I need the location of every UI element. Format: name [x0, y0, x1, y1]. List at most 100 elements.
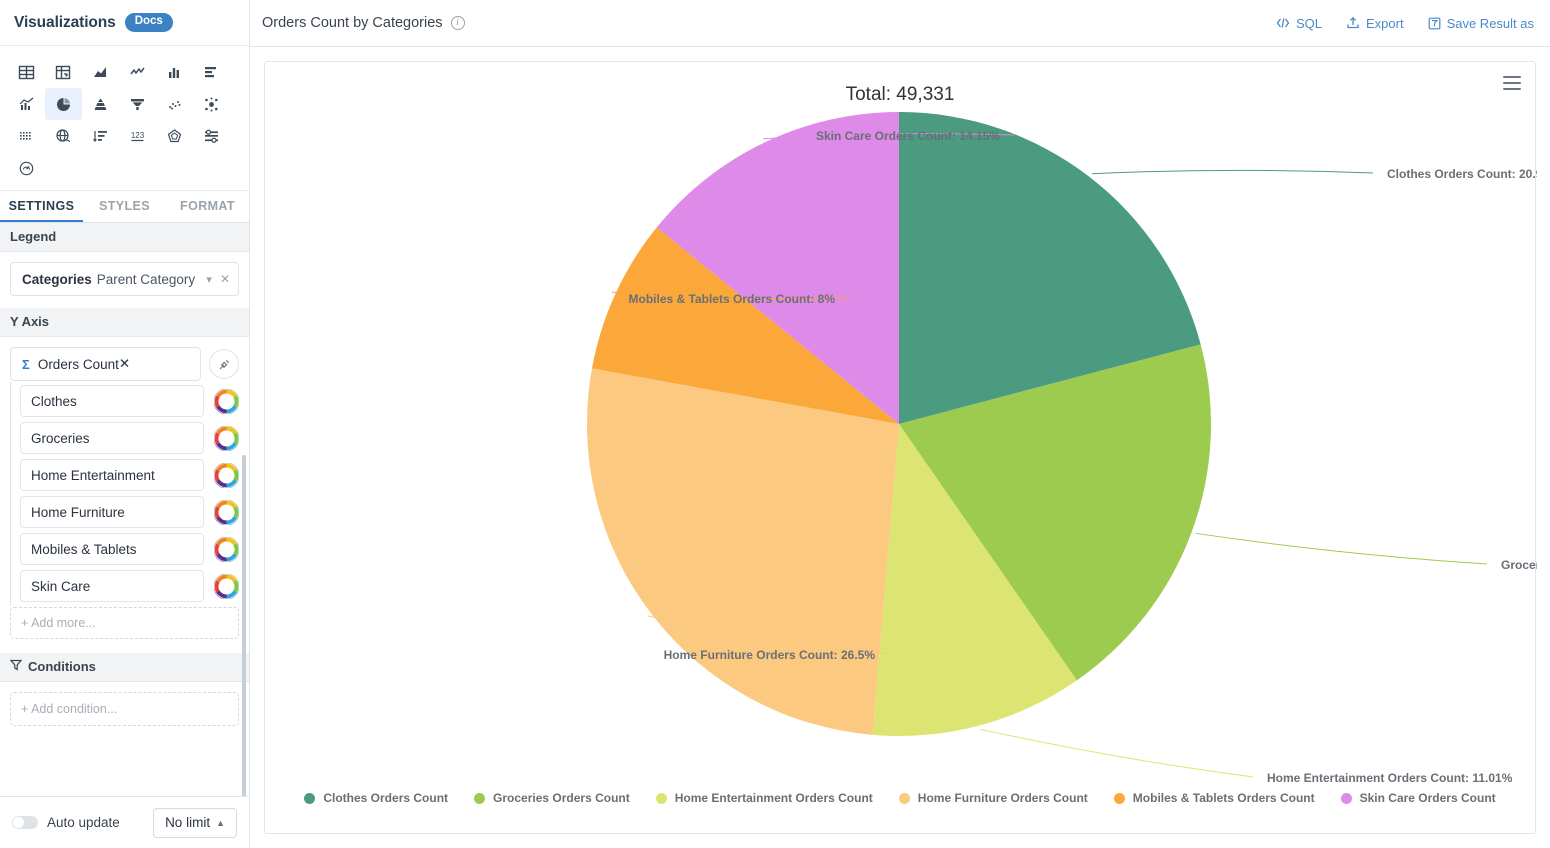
legend-label: Clothes Orders Count	[323, 791, 449, 805]
viz-type-funnel-chart[interactable]	[119, 88, 156, 120]
chevron-up-icon: ▲	[216, 817, 225, 828]
viz-type-pivot-table[interactable]	[45, 56, 82, 88]
viz-type-map-chart[interactable]	[45, 120, 82, 152]
viz-type-pie-chart[interactable]	[45, 88, 82, 120]
series-name-field[interactable]: Groceries	[20, 422, 204, 454]
legend-item-groceries[interactable]: Groceries Orders Count	[474, 791, 630, 805]
series-name-field[interactable]: Home Furniture	[20, 496, 204, 528]
sql-button[interactable]: SQL	[1276, 16, 1322, 31]
legend-item-skin-care[interactable]: Skin Care Orders Count	[1340, 791, 1496, 805]
legend-label: Groceries Orders Count	[493, 791, 630, 805]
save-result-as-button[interactable]: Save Result as	[1428, 16, 1534, 31]
viz-type-pyramid-chart[interactable]	[82, 88, 119, 120]
legend-heading-label: Legend	[10, 229, 57, 244]
series-label: Home Entertainment	[31, 467, 155, 483]
info-icon[interactable]: i	[450, 16, 465, 30]
series-name-field[interactable]: Clothes	[20, 385, 204, 417]
sidebar-scrollbar[interactable]	[242, 455, 246, 796]
legend-label: Home Entertainment Orders Count	[674, 791, 873, 805]
viz-type-bar-chart[interactable]	[156, 56, 193, 88]
viz-type-horizontal-bar-chart[interactable]	[193, 56, 230, 88]
tab-format[interactable]: FORMAT	[166, 191, 249, 222]
series-row: Home Entertainment	[10, 456, 239, 494]
legend-field-wrap: Categories Parent Category ▾ ✕	[0, 252, 249, 308]
chevron-down-icon[interactable]: ▾	[206, 273, 212, 286]
legend-color-dot	[304, 792, 316, 804]
add-condition-button[interactable]: + Add condition...	[10, 692, 239, 726]
conditions-section-heading: Conditions	[0, 653, 249, 682]
legend-field[interactable]: Categories Parent Category ▾ ✕	[10, 262, 239, 296]
color-picker-icon[interactable]	[214, 425, 239, 451]
series-name-field[interactable]: Mobiles & Tablets	[20, 533, 204, 565]
yaxis-measure-row: Σ Orders Count ✕	[0, 347, 249, 381]
viz-type-radar-chart[interactable]	[156, 120, 193, 152]
svg-text:123: 123	[131, 131, 145, 140]
color-picker-icon[interactable]	[214, 573, 239, 599]
viz-type-area-chart[interactable]	[82, 56, 119, 88]
pie-slice-label: Mobiles & Tablets Orders Count: 8%	[629, 292, 836, 306]
series-name-field[interactable]: Skin Care	[20, 570, 204, 602]
main-area: Orders Count by Categories i SQL Export	[250, 0, 1550, 848]
viz-type-scatter-chart[interactable]	[156, 88, 193, 120]
export-button[interactable]: Export	[1346, 16, 1404, 31]
page-title: Visualizations	[14, 13, 116, 31]
viz-type-table[interactable]	[8, 56, 45, 88]
viz-type-bubble-chart[interactable]	[193, 88, 230, 120]
yaxis-measure-field[interactable]: Σ Orders Count ✕	[10, 347, 201, 381]
viz-type-line-chart[interactable]	[119, 56, 156, 88]
sidebar-header: Visualizations Docs	[0, 0, 249, 46]
pie-slice[interactable]	[587, 368, 899, 735]
row-limit-dropdown[interactable]: No limit ▲	[153, 807, 237, 838]
legend-label: Mobiles & Tablets Orders Count	[1132, 791, 1315, 805]
legend-item-home-entertainment[interactable]: Home Entertainment Orders Count	[655, 791, 873, 805]
color-picker-icon[interactable]	[214, 388, 239, 414]
tab-styles[interactable]: STYLES	[83, 191, 166, 222]
legend-color-dot	[474, 792, 486, 804]
legend-label: Home Furniture Orders Count	[917, 791, 1088, 805]
conditions-heading-label: Conditions	[28, 659, 96, 674]
export-label: Export	[1365, 15, 1404, 31]
pie-slice-label: Skin Care Orders Count: 14.15%	[816, 129, 1000, 143]
settings-panel: Legend Categories Parent Category ▾ ✕ Y …	[0, 223, 249, 796]
visualization-type-grid: 123	[0, 46, 249, 191]
viz-type-heatmap[interactable]	[8, 120, 45, 152]
close-icon[interactable]: ✕	[119, 356, 130, 372]
pie-chart: Clothes Orders Count: 20.9% Groceries Ord…	[587, 112, 1537, 785]
legend-item-mobiles-tablets[interactable]: Mobiles & Tablets Orders Count	[1113, 791, 1315, 805]
series-row: Clothes	[10, 382, 239, 420]
series-label: Mobiles & Tablets	[31, 541, 137, 557]
add-more-series-button[interactable]: + Add more...	[10, 607, 239, 639]
series-row: Skin Care	[10, 567, 239, 605]
pie-leader-line	[1195, 532, 1488, 565]
save-icon	[1428, 17, 1440, 29]
eyedropper-button[interactable]	[209, 349, 239, 379]
auto-update-toggle[interactable]	[12, 816, 38, 829]
viz-type-combo-chart[interactable]	[8, 88, 45, 120]
series-label: Skin Care	[31, 578, 91, 594]
chart-title: Orders Count by Categories	[262, 15, 443, 31]
viz-type-number-chart[interactable]: 123	[119, 120, 156, 152]
color-picker-icon[interactable]	[214, 536, 239, 562]
series-name-field[interactable]: Home Entertainment	[20, 459, 204, 491]
close-icon[interactable]: ✕	[220, 272, 230, 286]
viz-type-range-chart[interactable]	[193, 120, 230, 152]
docs-badge[interactable]: Docs	[124, 13, 173, 32]
pie-slice-label: Groceries Orders Count: 19.45%	[1501, 558, 1537, 572]
legend-item-clothes[interactable]: Clothes Orders Count	[304, 791, 448, 805]
viz-type-gauge-chart[interactable]	[8, 152, 45, 184]
pie-leader-line	[980, 728, 1254, 778]
legend-item-home-furniture[interactable]: Home Furniture Orders Count	[898, 791, 1088, 805]
viz-type-sort-chart[interactable]	[82, 120, 119, 152]
tab-settings[interactable]: SETTINGS	[0, 191, 83, 222]
code-icon	[1276, 18, 1290, 28]
series-row: Groceries	[10, 419, 239, 457]
series-label: Clothes	[31, 393, 77, 409]
row-limit-label: No limit	[165, 815, 211, 830]
pie-slice-label: Home Entertainment Orders Count: 11.01%	[1267, 771, 1513, 785]
left-panel: Visualizations Docs 123 SETTINGS STYLES …	[0, 0, 250, 848]
settings-tabs: SETTINGS STYLES FORMAT	[0, 191, 249, 223]
color-picker-icon[interactable]	[214, 462, 239, 488]
pie-slice-label: Home Furniture Orders Count: 26.5%	[664, 648, 876, 662]
color-picker-icon[interactable]	[214, 499, 239, 525]
yaxis-heading-label: Y Axis	[10, 314, 50, 329]
